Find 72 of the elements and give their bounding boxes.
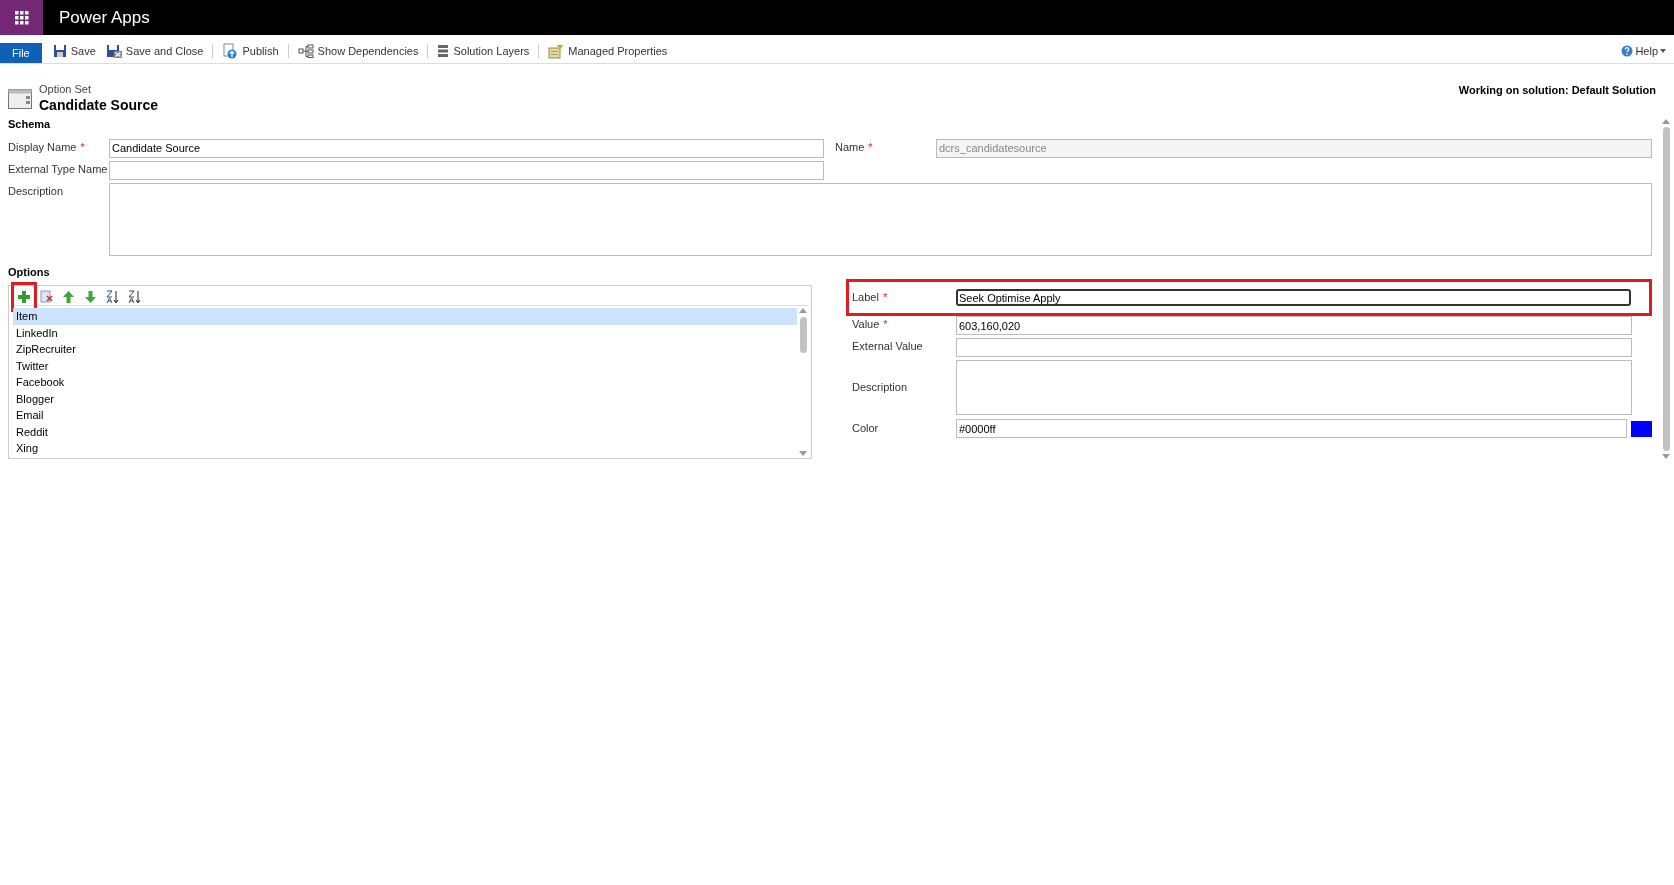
properties-icon (548, 43, 565, 59)
option-tool-button[interactable] (127, 289, 141, 304)
toolbar-button[interactable]: Save and Close (104, 42, 205, 60)
value-field[interactable]: 603,160,020 (956, 316, 1632, 335)
option-list-item[interactable]: LinkedIn (13, 324, 797, 341)
field-label: Description (852, 380, 908, 396)
sort-ascending-icon (105, 289, 119, 304)
hierarchy-icon (297, 44, 314, 58)
app-launcher-button[interactable] (0, 0, 43, 35)
file-tab[interactable]: File (0, 43, 42, 63)
option-list-item[interactable]: Facebook (13, 374, 797, 391)
field-label: Label (852, 290, 879, 306)
option-tool-button[interactable] (105, 289, 119, 304)
scroll-up-icon (799, 308, 807, 313)
field-label: Description (8, 183, 64, 199)
option-tool-button[interactable] (39, 289, 53, 304)
form-window-icon (8, 89, 32, 109)
toolbar-button[interactable]: Show Dependencies (296, 42, 420, 60)
option-list-item[interactable]: Xing (13, 440, 797, 456)
down-arrow-icon (84, 290, 96, 303)
option-list-item[interactable]: Email (13, 407, 797, 424)
field-label: External Type Name (8, 161, 108, 177)
required-mark: * (882, 290, 888, 306)
scrollbar-thumb[interactable] (1662, 127, 1670, 451)
section-heading: Options (8, 264, 51, 280)
option-list-item[interactable]: Item (13, 308, 797, 325)
document-upload-icon (222, 43, 239, 59)
required-mark: * (883, 317, 888, 332)
label-field[interactable]: Seek Optimise Apply (956, 289, 1631, 306)
option-list-item[interactable]: ZipRecruiter (13, 341, 797, 358)
scroll-up-icon (1662, 119, 1670, 124)
toolbar-button[interactable]: Save (51, 42, 97, 60)
external-value-field[interactable] (956, 338, 1632, 357)
plus-icon (18, 290, 30, 303)
delete-document-icon (39, 290, 53, 303)
scroll-down-icon (799, 451, 807, 456)
scrollbar[interactable] (797, 308, 809, 456)
toolbar-button[interactable]: Managed Properties (547, 42, 669, 60)
required-mark: * (80, 139, 85, 155)
option-list-item[interactable]: Reddit (13, 423, 797, 440)
field-label: Value (852, 317, 880, 332)
toolbar-button[interactable]: Solution Layers (436, 42, 531, 60)
option-list-item[interactable]: Twitter (13, 357, 797, 374)
option-description-field[interactable] (956, 360, 1632, 415)
option-list-item[interactable]: Blogger (13, 390, 797, 407)
field-label: Display Name (8, 139, 77, 155)
field-label: Color (852, 421, 879, 437)
description-field[interactable] (109, 182, 1652, 256)
waffle-grid-icon (14, 10, 29, 25)
layers-icon (437, 44, 450, 58)
entity-type-label: Option Set (39, 82, 92, 96)
section-heading: Schema (8, 117, 52, 132)
scrollbar-thumb[interactable] (799, 317, 807, 353)
required-mark: * (868, 139, 873, 155)
color-swatch[interactable] (1631, 420, 1652, 437)
toolbar-button[interactable]: Publish (221, 42, 280, 60)
floppy-close-icon (105, 44, 122, 58)
caret-icon (1660, 49, 1666, 53)
help-icon (1621, 45, 1634, 57)
up-arrow-icon (62, 290, 74, 303)
scroll-down-icon (1662, 454, 1670, 459)
app-title: Power Apps (59, 6, 150, 29)
help-button[interactable]: Help (1621, 42, 1666, 60)
sort-descending-icon (127, 289, 141, 304)
solution-label: Working on solution: Default Solution (1458, 83, 1656, 98)
field-label: External Value (852, 339, 923, 354)
color-field[interactable]: #0000ff (956, 419, 1627, 438)
page-scrollbar[interactable] (1660, 119, 1672, 459)
external-type-name-field[interactable] (109, 160, 824, 180)
display-name-field[interactable]: Candidate Source (109, 138, 824, 158)
field-label: Name (835, 139, 865, 155)
entity-title: Candidate Source (39, 96, 159, 114)
